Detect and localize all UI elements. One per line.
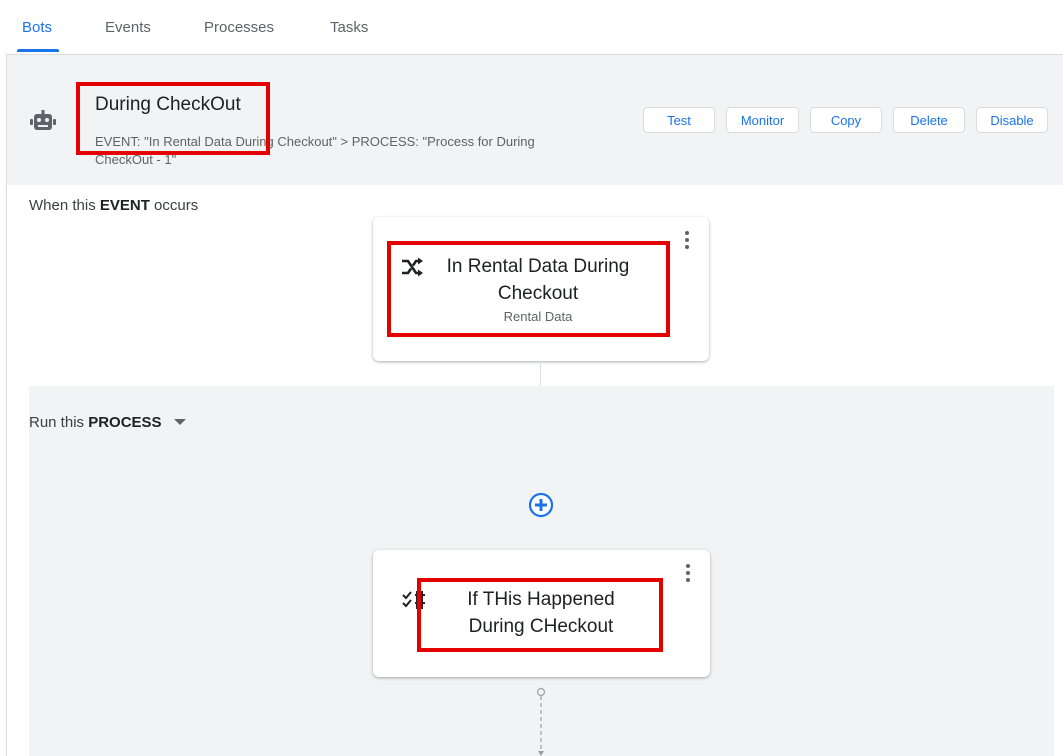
process-connector-line xyxy=(536,687,546,756)
tab-bar: Bots Events Processes Tasks xyxy=(0,0,1063,54)
tab-events[interactable]: Events xyxy=(105,19,151,36)
event-card-title-line2: Checkout xyxy=(497,283,579,304)
process-card-title: If THis Happened During CHeckout xyxy=(425,586,657,640)
event-connector-line xyxy=(540,361,541,386)
process-card-title-line2: During CHeckout xyxy=(468,616,614,637)
active-tab-indicator xyxy=(17,49,59,52)
event-card-title: In Rental Data During Checkout xyxy=(423,253,653,307)
robot-icon xyxy=(30,110,56,130)
event-card-subtitle: Rental Data xyxy=(503,309,573,324)
event-section-label: When this EVENT occurs xyxy=(29,197,198,214)
checklist-icon xyxy=(402,591,425,609)
disable-button[interactable]: Disable xyxy=(976,107,1048,133)
bot-title: During CheckOut xyxy=(95,94,241,115)
process-label-prefix: Run this xyxy=(29,414,89,431)
tab-bots[interactable]: Bots xyxy=(22,19,52,36)
process-label-keyword: PROCESS xyxy=(88,414,162,431)
bot-subtitle: EVENT: "In Rental Data During Checkout" … xyxy=(95,134,535,167)
monitor-button[interactable]: Monitor xyxy=(726,107,799,133)
bot-panel: During CheckOut EVENT: "In Rental Data D… xyxy=(6,54,1063,756)
event-label-suffix: occurs xyxy=(149,197,199,214)
bot-header: During CheckOut EVENT: "In Rental Data D… xyxy=(7,55,1063,185)
process-step-card[interactable]: If THis Happened During CHeckout xyxy=(373,550,710,677)
test-button[interactable]: Test xyxy=(643,107,715,133)
event-label-prefix: When this xyxy=(29,197,100,214)
process-card-menu-icon[interactable] xyxy=(685,564,691,584)
delete-button[interactable]: Delete xyxy=(893,107,965,133)
chevron-down-icon[interactable] xyxy=(174,418,186,426)
process-card-title-line1: If THis Happened xyxy=(467,589,615,610)
copy-button[interactable]: Copy xyxy=(810,107,882,133)
tab-processes[interactable]: Processes xyxy=(204,19,274,36)
process-section-label: Run this PROCESS xyxy=(29,414,162,431)
event-card-title-line1: In Rental Data During xyxy=(446,256,630,277)
event-card[interactable]: In Rental Data During Checkout Rental Da… xyxy=(373,217,709,361)
shuffle-icon xyxy=(402,257,423,277)
tab-tasks[interactable]: Tasks xyxy=(330,19,368,36)
add-circle-icon[interactable] xyxy=(528,492,554,518)
event-card-menu-icon[interactable] xyxy=(684,231,690,251)
event-label-keyword: EVENT xyxy=(99,197,150,214)
